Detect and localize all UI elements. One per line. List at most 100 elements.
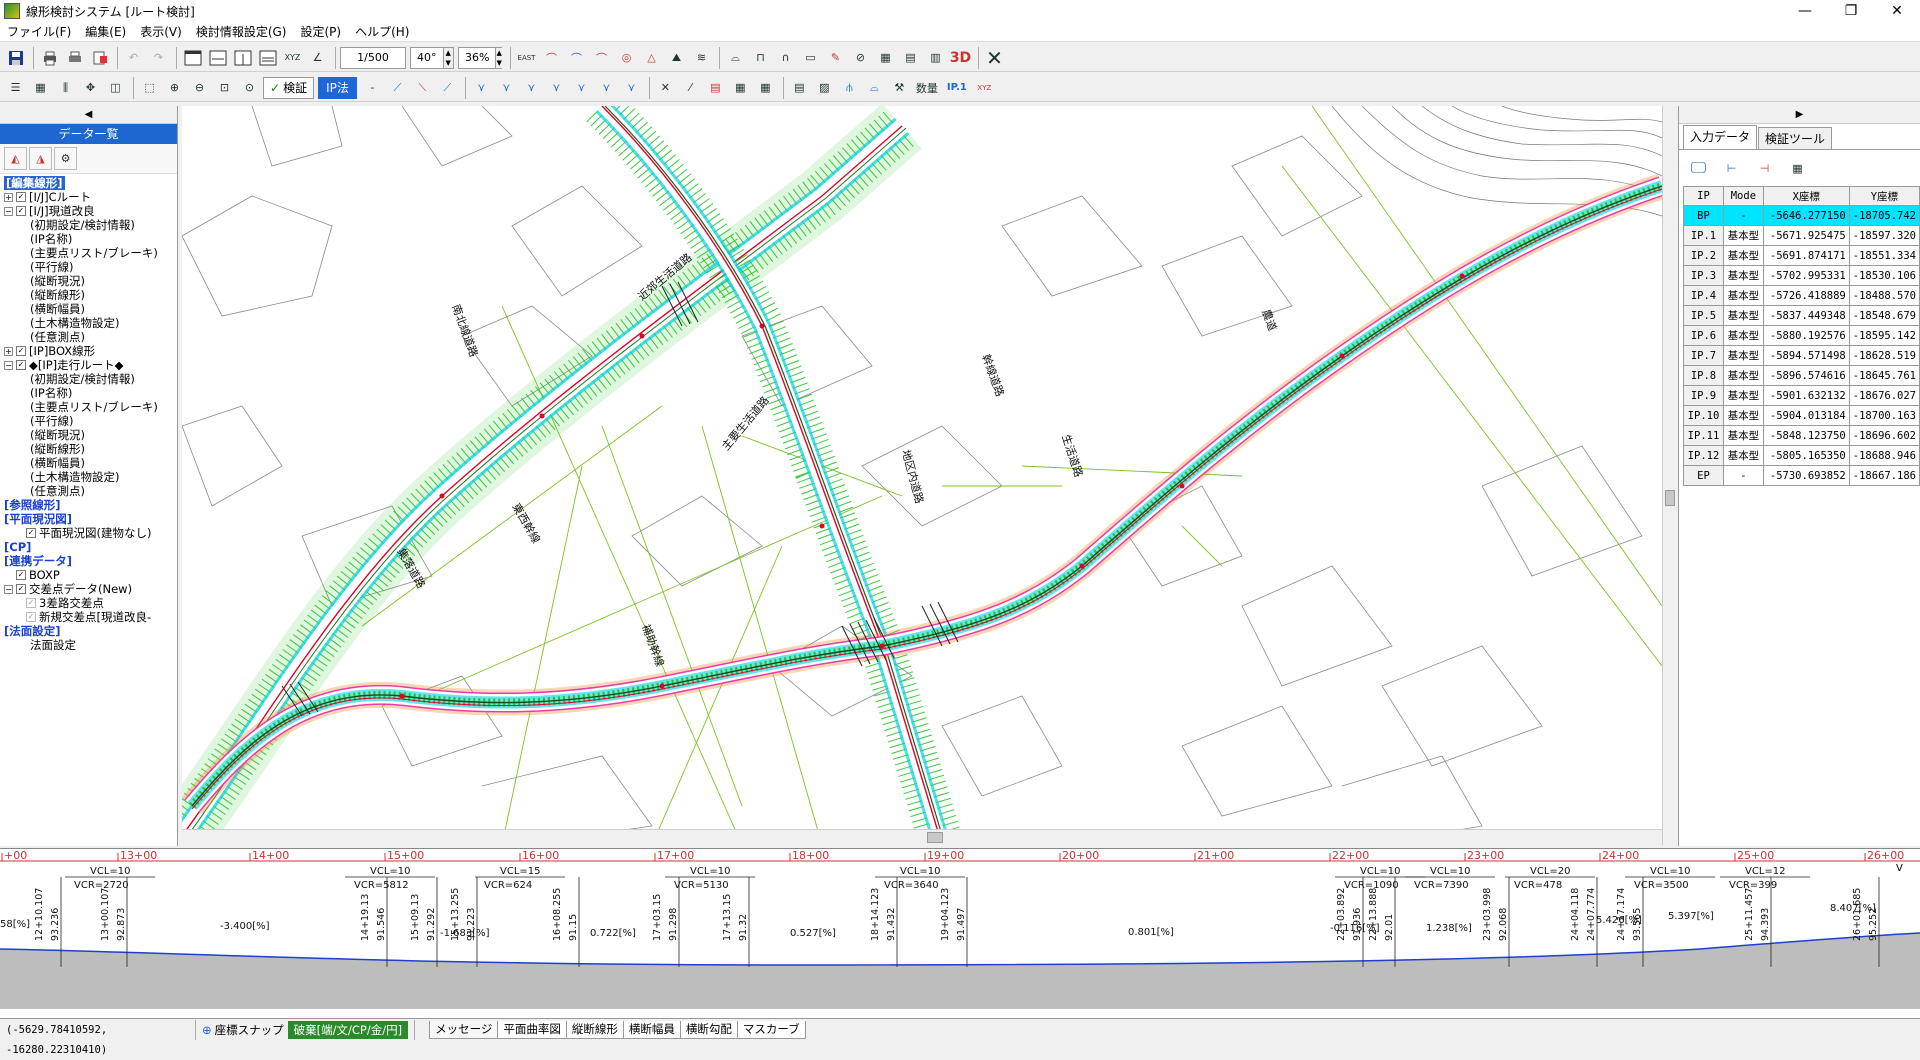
tree-checkbox[interactable]: ✓: [16, 360, 26, 370]
ip-method-button[interactable]: IP法: [318, 76, 357, 99]
tree-tool-3-icon[interactable]: ⚙: [54, 147, 77, 170]
tree-checkbox[interactable]: ✓: [16, 346, 26, 356]
cell-x[interactable]: -5904.013184: [1762, 405, 1850, 426]
tree-item[interactable]: (初期設定/検討情報): [4, 372, 177, 386]
table-view-icon[interactable]: ▦: [1786, 157, 1809, 180]
tree-item[interactable]: ✓ BOXP: [4, 568, 177, 582]
tree-item[interactable]: + ✓ [IP]BOX線形: [4, 344, 177, 358]
curve-3-icon[interactable]: ⌒: [590, 46, 613, 69]
cell-ip[interactable]: IP.8: [1683, 365, 1724, 386]
xyz-color-icon[interactable]: XYZ: [973, 76, 996, 99]
tree-checkbox[interactable]: ✓: [16, 192, 26, 202]
print-icon[interactable]: [38, 46, 61, 69]
cell-ip[interactable]: IP.11: [1683, 425, 1724, 446]
vertical-profile-view[interactable]: +00 13+00 14+00 15+00 16+00 17+00 18+00 19+00 20…: [0, 848, 1920, 1018]
tree-checkbox[interactable]: ✓: [16, 584, 26, 594]
col-header-ip[interactable]: IP: [1683, 186, 1724, 206]
cell-y[interactable]: -18700.163: [1848, 405, 1920, 426]
tab-cross-width[interactable]: 横断幅員: [622, 1020, 681, 1039]
cell-y[interactable]: -18696.602: [1848, 425, 1920, 446]
window-layout-1-icon[interactable]: [181, 46, 204, 69]
table-row[interactable]: IP.11 基本型 -5848.123750 -18696.602: [1683, 425, 1920, 446]
tree-item[interactable]: − ✓ ◆[IP]走行ルート◆: [4, 358, 177, 372]
grid-3-icon[interactable]: ▥: [924, 46, 947, 69]
curve-1-icon[interactable]: ⌒: [540, 46, 563, 69]
cross-tool-icon[interactable]: ✕: [654, 76, 677, 99]
grid-tool-2-icon[interactable]: ▦: [754, 76, 777, 99]
menu-edit[interactable]: 編集(E): [78, 23, 133, 40]
tree-checkbox[interactable]: ✓: [16, 570, 26, 580]
cell-mode[interactable]: 基本型: [1722, 445, 1764, 466]
cell-mode[interactable]: 基本型: [1722, 385, 1764, 406]
angle-icon[interactable]: ∠: [306, 46, 329, 69]
table-row[interactable]: IP.1 基本型 -5671.925475 -18597.320: [1683, 225, 1920, 246]
map-horizontal-scrollbar[interactable]: [182, 829, 1662, 845]
tree-tool-2-icon[interactable]: ◮: [29, 147, 52, 170]
cell-ip[interactable]: IP.3: [1683, 265, 1724, 286]
table-row[interactable]: IP.2 基本型 -5691.874171 -18551.334: [1683, 245, 1920, 266]
cell-y[interactable]: -18595.142: [1848, 325, 1920, 346]
cell-y[interactable]: -18688.946: [1848, 445, 1920, 466]
cell-x[interactable]: -5730.693852: [1762, 465, 1850, 486]
tree-item[interactable]: (土木構造物設定): [4, 316, 177, 330]
window-layout-4-icon[interactable]: [256, 46, 279, 69]
tree-checkbox[interactable]: ✓: [26, 528, 36, 538]
tab-check-tools[interactable]: 検証ツール: [1758, 127, 1833, 149]
triangle-icon[interactable]: △: [640, 46, 663, 69]
ip1-button[interactable]: IP.1: [943, 76, 971, 99]
tree-section[interactable]: [法面設定]: [4, 624, 177, 638]
cell-ip[interactable]: BP: [1683, 205, 1724, 226]
col-header-mode[interactable]: Mode: [1722, 186, 1764, 206]
tree-item[interactable]: − ✓ [I/J]現道改良: [4, 204, 177, 218]
structure-icon[interactable]: ⊓: [749, 46, 772, 69]
tree-item[interactable]: (平行線): [4, 414, 177, 428]
insert-ip-icon[interactable]: ⊢: [1720, 157, 1743, 180]
tree-item[interactable]: (横断幅員): [4, 302, 177, 316]
cell-ip[interactable]: IP.7: [1683, 345, 1724, 366]
chart-bars-icon[interactable]: ⫼: [54, 76, 77, 99]
cell-x[interactable]: -5646.277150: [1762, 205, 1850, 226]
table-row[interactable]: IP.9 基本型 -5901.632132 -18676.027: [1683, 385, 1920, 406]
tree-expander-icon[interactable]: +: [4, 346, 13, 356]
tree-item[interactable]: − ✓ 交差点データ(New): [4, 582, 177, 596]
cell-y[interactable]: -18645.761: [1848, 365, 1920, 386]
tree-expander-icon[interactable]: +: [4, 192, 13, 202]
cell-mode[interactable]: 基本型: [1722, 365, 1764, 386]
menu-settings[interactable]: 設定(P): [293, 23, 348, 40]
cell-x[interactable]: -5837.449348: [1762, 305, 1850, 326]
curve-2-icon[interactable]: ⌒: [565, 46, 588, 69]
redo-icon[interactable]: ↷: [147, 46, 170, 69]
cell-x[interactable]: -5691.874171: [1762, 245, 1850, 266]
ip-tool-3-icon[interactable]: ⋎: [520, 76, 543, 99]
link-icon[interactable]: ⊘: [849, 46, 872, 69]
map-vscroll-thumb[interactable]: [1665, 490, 1675, 506]
grid-1-icon[interactable]: ▦: [874, 46, 897, 69]
cell-mode[interactable]: -: [1722, 205, 1764, 226]
table-tool-icon[interactable]: ▤: [788, 76, 811, 99]
cell-mode[interactable]: 基本型: [1722, 345, 1764, 366]
cell-x[interactable]: -5894.571498: [1762, 345, 1850, 366]
cell-y[interactable]: -18667.186: [1848, 465, 1920, 486]
tab-plan-curvature[interactable]: 平面曲率図: [497, 1020, 567, 1039]
tunnel-icon[interactable]: ∩: [774, 46, 797, 69]
cell-x[interactable]: -5702.995331: [1762, 265, 1850, 286]
tab-input-data[interactable]: 入力データ: [1683, 125, 1758, 149]
cell-mode[interactable]: 基本型: [1722, 305, 1764, 326]
line-tool-2-icon[interactable]: ⟍: [411, 76, 434, 99]
close-window-button[interactable]: ✕: [1874, 0, 1920, 22]
ip-tool-5-icon[interactable]: ⋎: [570, 76, 593, 99]
tree-expander-icon[interactable]: −: [4, 360, 13, 370]
view-3d-icon[interactable]: 3D: [949, 46, 972, 69]
table-icon[interactable]: ▦: [29, 76, 52, 99]
cell-x[interactable]: -5726.418889: [1762, 285, 1850, 306]
window-layout-3-icon[interactable]: [231, 46, 254, 69]
tree-section[interactable]: [連携データ]: [4, 554, 177, 568]
cell-x[interactable]: -5848.123750: [1762, 425, 1850, 446]
table-row[interactable]: BP - -5646.277150 -18705.742: [1683, 205, 1920, 226]
line-tool-1-icon[interactable]: ⟋: [386, 76, 409, 99]
tree-item[interactable]: (平行線): [4, 260, 177, 274]
table-row[interactable]: IP.4 基本型 -5726.418889 -18488.570: [1683, 285, 1920, 306]
tree-section[interactable]: [平面現況図]: [4, 512, 177, 526]
cell-ip[interactable]: IP.5: [1683, 305, 1724, 326]
xyz-icon[interactable]: XYZ: [281, 46, 304, 69]
